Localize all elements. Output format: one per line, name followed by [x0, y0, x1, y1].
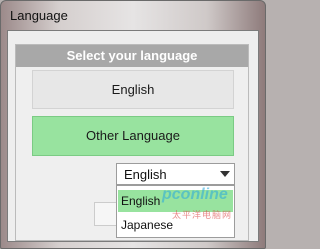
window-title: Language	[10, 8, 68, 23]
option-english[interactable]: English	[118, 190, 233, 212]
chevron-down-icon[interactable]	[220, 171, 230, 177]
language-select[interactable]: English	[116, 163, 235, 185]
panel-header: Select your language	[16, 45, 248, 67]
language-dropdown-list: English Japanese	[116, 185, 235, 238]
title-bar[interactable]: Language	[1, 1, 265, 31]
select-value: English	[124, 167, 167, 182]
option-japanese[interactable]: Japanese	[118, 214, 233, 236]
english-button[interactable]: English	[32, 70, 234, 109]
other-language-button[interactable]: Other Language	[32, 116, 234, 156]
